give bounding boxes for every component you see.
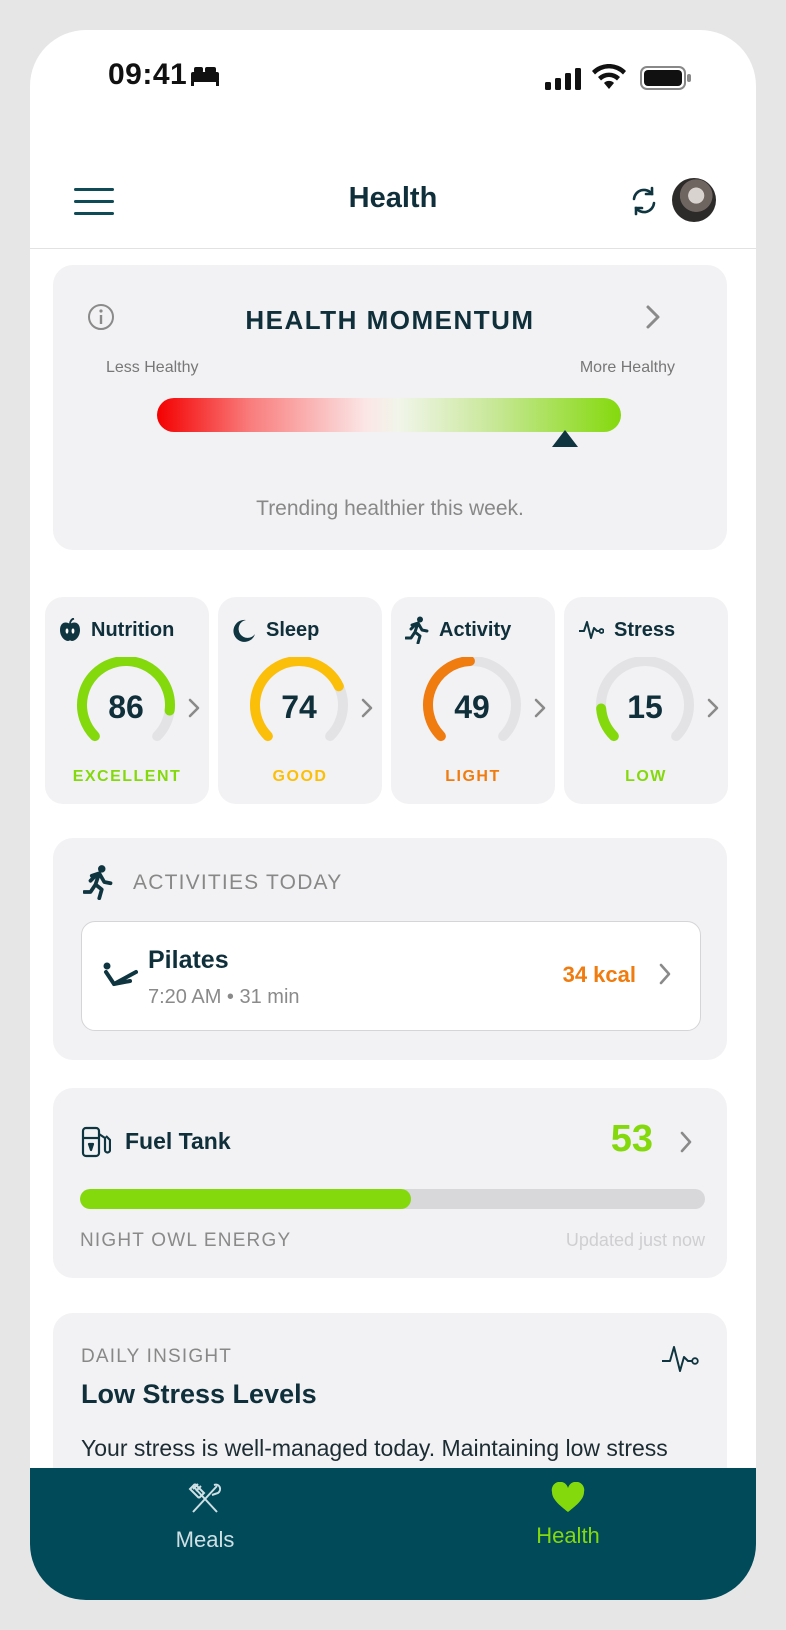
chevron-right-icon <box>679 1130 693 1159</box>
metric-value: 15 <box>627 689 663 725</box>
metric-label: LIGHT <box>445 768 501 785</box>
runner-icon <box>405 616 429 644</box>
chevron-right-icon[interactable] <box>643 303 663 336</box>
chevron-right-icon <box>658 962 672 991</box>
metric-value: 74 <box>281 689 317 725</box>
metric-card-activity[interactable]: Activity 49 LIGHT <box>391 597 555 804</box>
activity-item[interactable]: Pilates 7:20 AM • 31 min 34 kcal <box>81 921 701 1031</box>
battery-icon <box>640 66 692 95</box>
chevron-right-icon <box>706 697 720 724</box>
health-momentum-card: HEALTH MOMENTUM Less Healthy More Health… <box>53 265 727 550</box>
fork-knife-icon <box>188 1483 222 1513</box>
metric-name: Sleep <box>266 618 320 641</box>
activity-name: Pilates <box>148 946 229 974</box>
metric-label: LOW <box>625 768 667 785</box>
fuel-tank-value: 53 <box>610 1118 653 1160</box>
apple-icon <box>60 618 80 641</box>
fuel-tank-card[interactable]: Fuel Tank 53 NIGHT OWL ENERGY Updated ju… <box>53 1088 727 1278</box>
insight-kicker: DAILY INSIGHT <box>81 1346 233 1367</box>
chevron-right-icon <box>533 697 547 724</box>
insight-title: Low Stress Levels <box>81 1379 317 1409</box>
fuel-pump-icon <box>81 1126 112 1163</box>
heart-icon <box>551 1481 585 1512</box>
activities-card: ACTIVITIES TODAY Pilates 7:20 AM • 31 mi… <box>53 838 727 1060</box>
metric-label: GOOD <box>272 768 328 785</box>
activity-meta: 7:20 AM • 31 min <box>148 986 300 1008</box>
fuel-tank-title: Fuel Tank <box>125 1128 231 1154</box>
metric-value: 86 <box>108 689 144 725</box>
more-healthy-label: More Healthy <box>579 359 675 376</box>
tab-meals[interactable]: Meals <box>105 1482 305 1553</box>
metric-card-stress[interactable]: Stress 15 LOW <box>564 597 728 804</box>
chevron-right-icon <box>187 697 201 724</box>
bed-icon <box>190 64 220 91</box>
fuel-progress-fill <box>80 1189 412 1209</box>
fuel-tank-subtitle: NIGHT OWL ENERGY <box>80 1230 292 1251</box>
pulse-icon <box>579 621 604 639</box>
metric-value: 49 <box>454 689 490 725</box>
metric-name: Nutrition <box>91 618 175 641</box>
metric-card-sleep[interactable]: Sleep 74 GOOD <box>218 597 382 804</box>
app-header: Health <box>30 148 756 249</box>
metric-name: Activity <box>439 618 512 641</box>
chevron-right-icon <box>360 697 374 724</box>
pilates-icon <box>102 960 138 995</box>
tab-health[interactable]: Health <box>468 1481 668 1549</box>
wifi-icon <box>592 63 626 95</box>
heartbeat-icon <box>661 1343 699 1380</box>
activities-heading: ACTIVITIES TODAY <box>133 871 343 894</box>
fuel-progress-track <box>80 1189 705 1209</box>
metric-card-nutrition[interactable]: Nutrition 86 EXCELLENT <box>45 597 209 804</box>
moon-icon <box>233 619 255 642</box>
trend-text: Trending healthier this week. <box>256 497 524 520</box>
phone-screen: 09:41 Health HEALTH MOMENTUM Less Health… <box>30 30 756 1600</box>
activity-kcal: 34 kcal <box>562 962 636 987</box>
runner-icon <box>82 864 113 905</box>
sync-icon[interactable] <box>630 186 658 221</box>
momentum-marker <box>552 430 579 447</box>
momentum-title: HEALTH MOMENTUM <box>245 305 535 335</box>
fuel-updated-text: Updated just now <box>565 1230 705 1250</box>
less-healthy-label: Less Healthy <box>106 359 199 376</box>
momentum-gradient-bar <box>157 398 621 432</box>
status-bar: 09:41 <box>30 30 756 130</box>
avatar[interactable] <box>672 178 716 222</box>
tab-bar: Meals Health <box>30 1468 756 1600</box>
cellular-signal-icon <box>545 68 583 95</box>
tab-label: Health <box>536 1523 600 1548</box>
metric-label: EXCELLENT <box>72 768 182 785</box>
status-time: 09:41 <box>108 58 188 91</box>
tab-label: Meals <box>175 1527 235 1552</box>
metric-name: Stress <box>614 618 676 641</box>
